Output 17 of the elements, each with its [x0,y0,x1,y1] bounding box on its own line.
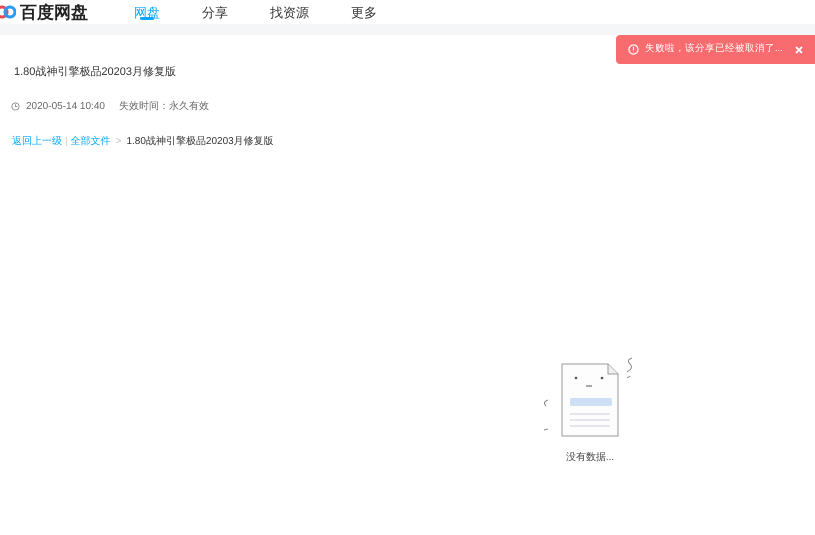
expiry-text: 失效时间：永久有效 [118,100,209,114]
logo-text: 百度网盘 [20,4,88,20]
logo-icon [0,4,16,20]
close-button[interactable] [795,46,803,54]
nav-tab[interactable]: 找资源 [270,0,309,24]
clock-icon [11,102,20,110]
close-icon [795,46,803,54]
nav-tab[interactable]: 更多 [351,0,377,24]
nav-tab[interactable]: 分享 [202,0,228,24]
breadcrumb-current: 1.80战神引擎极品20203月修复版 [126,134,274,148]
share-title: 1.80战神引擎极品20203月修复版 [14,65,177,80]
empty-message: 没有数据... [566,451,614,465]
breadcrumb-separator: | [65,134,68,148]
info-icon [628,44,639,55]
share-date: 2020-05-14 10:40 [26,100,105,114]
toast-message: 失败啦，该分享已经被取消了... [645,42,783,56]
breadcrumb-arrow: > [116,134,122,148]
